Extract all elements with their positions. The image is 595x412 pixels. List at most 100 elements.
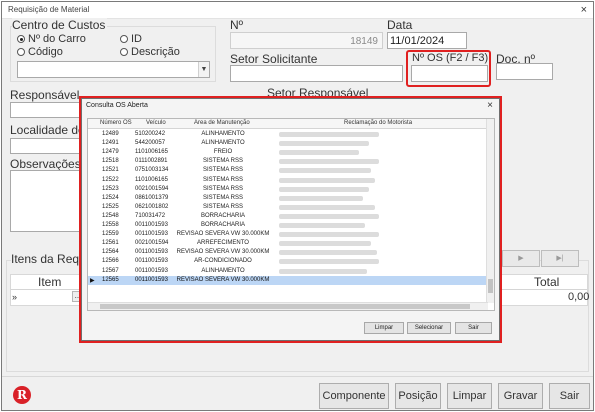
os-veiculo: 0021001594 <box>135 240 169 247</box>
os-reclamacao-redacted <box>279 177 375 183</box>
dialog-sair-button[interactable]: Sair <box>455 322 492 334</box>
os-number: 12521 <box>102 167 119 174</box>
window-title: Requisição de Material <box>8 5 90 14</box>
os-veiculo: 0021001594 <box>135 185 169 192</box>
os-row[interactable]: 12567 0011001593 ALINHAMENTO <box>88 267 488 276</box>
os-veiculo: 0011001593 <box>135 231 168 238</box>
os-area: REVISAO SEVERA VW 30.000KM <box>176 276 270 283</box>
radio-id-dot <box>120 35 128 43</box>
os-number: 12522 <box>102 176 119 183</box>
os-row[interactable]: 12564 0011001593 REVISAO SEVERA VW 30.000K… <box>88 248 488 257</box>
responsavel-field[interactable] <box>10 102 84 118</box>
os-row[interactable]: 12524 0861001379 SISTEMA RSS <box>88 194 488 203</box>
os-number: 12491 <box>102 140 119 147</box>
os-row[interactable]: 12525 0621001802 SISTEMA RSS <box>88 203 488 212</box>
horizontal-scroll-thumb[interactable] <box>100 304 470 309</box>
dialog-close-icon[interactable]: × <box>487 100 493 111</box>
radio-descricao-dot <box>120 48 128 56</box>
componente-button[interactable]: Componente <box>319 383 389 409</box>
os-veiculo: 510200242 <box>135 131 166 137</box>
close-icon[interactable]: × <box>581 4 587 16</box>
os-reclamacao-redacted <box>279 204 375 210</box>
os-row[interactable]: 12479 1101006165 FREIO <box>88 148 488 157</box>
os-area: BORRACHARIA <box>200 212 245 219</box>
os-reclamacao-redacted <box>279 241 371 247</box>
title-bar: Requisição de Material × <box>2 2 593 19</box>
os-area: AR-CONDICIONADO <box>194 258 252 265</box>
skip-end-icon: ▶| <box>556 255 564 262</box>
os-number: 12518 <box>102 158 119 165</box>
vertical-scroll-thumb[interactable] <box>488 279 493 293</box>
centro-custos-combo[interactable]: ▼ <box>17 61 210 78</box>
dialog-limpar-button[interactable]: Limpar <box>364 322 404 334</box>
os-row[interactable]: ▶ 12565 0011001593 REVISAO SEVERA VW 30.000… <box>88 275 488 285</box>
os-row[interactable]: 12566 0011001593 AR-CONDICIONADO <box>88 257 488 266</box>
os-reclamacao-redacted <box>279 141 369 147</box>
horizontal-scrollbar[interactable] <box>88 302 488 310</box>
os-veiculo: 0111002891 <box>135 158 168 165</box>
radio-descricao[interactable]: Descrição <box>120 46 180 58</box>
os-row[interactable]: 12521 0751003134 SISTEMA RSS <box>88 166 488 175</box>
gravar-button[interactable]: Gravar <box>498 383 543 409</box>
data-field[interactable]: 11/01/2024 <box>387 32 467 49</box>
limpar-button[interactable]: Limpar <box>447 383 492 409</box>
localidade-field[interactable] <box>10 138 84 154</box>
os-area: SISTEMA RSS <box>202 158 243 165</box>
os-row[interactable]: 12523 0021001594 SISTEMA RSS <box>88 185 488 194</box>
dialog-title: Consulta OS Aberta <box>86 102 148 109</box>
setor-solicitante-label: Setor Solicitante <box>230 52 318 66</box>
os-row[interactable]: 12561 0021001594 ARREFECIMENTO <box>88 239 488 248</box>
observacoes-label: Observações <box>10 157 81 171</box>
col-numero-os: Número OS <box>100 120 132 126</box>
os-veiculo: 0011001593 <box>135 276 168 283</box>
os-row[interactable]: 12548 710031472 BORRACHARIA <box>88 212 488 221</box>
os-veiculo: 710031472 <box>135 212 166 219</box>
os-row[interactable]: 12558 0011001593 BORRACHARIA <box>88 221 488 230</box>
os-reclamacao-redacted <box>279 186 369 192</box>
os-row[interactable]: 12559 0011001593 REVISAO SEVERA VW 30.000K… <box>88 230 488 239</box>
os-area: ALINHAMENTO <box>201 131 245 137</box>
os-row[interactable]: 12518 0111002891 SISTEMA RSS <box>88 157 488 166</box>
dialog-selecionar-button[interactable]: Selecionar <box>407 322 451 334</box>
setor-solicitante-field[interactable] <box>230 65 403 82</box>
os-reclamacao-redacted <box>279 213 379 219</box>
vertical-scrollbar[interactable] <box>486 119 494 303</box>
os-number: 12565 <box>102 276 119 283</box>
os-row[interactable]: 12489 510200242 ALINHAMENTO <box>88 130 488 139</box>
os-reclamacao-redacted <box>279 132 379 137</box>
os-number: 12561 <box>102 240 119 247</box>
itens-nav-last[interactable]: ▶| <box>541 250 579 267</box>
itens-nav-next[interactable]: ▶ <box>502 250 540 267</box>
os-area: SISTEMA RSS <box>202 176 243 183</box>
os-area: REVISAO SEVERA VW 30.000KM <box>176 249 270 256</box>
os-veiculo: 0621001802 <box>135 203 169 210</box>
play-icon: ▶ <box>518 255 524 262</box>
os-number: 12567 <box>102 267 119 274</box>
os-grid: Número OS Veículo Área de Manutenção Rec… <box>87 118 495 311</box>
radio-nr-carro[interactable]: Nº do Carro <box>17 33 86 45</box>
os-reclamacao-redacted <box>279 259 379 265</box>
itens-col-total: Total <box>534 275 560 289</box>
data-label: Data <box>387 18 413 32</box>
col-reclamacao: Reclamação do Motorista <box>344 120 413 126</box>
doc-field[interactable] <box>496 63 553 80</box>
os-row[interactable]: 12491 544200057 ALINHAMENTO <box>88 139 488 148</box>
os-row[interactable]: 12522 1101006165 SISTEMA RSS <box>88 176 488 185</box>
chevron-down-icon[interactable]: ▼ <box>198 62 209 77</box>
radio-id-label: ID <box>131 33 142 45</box>
os-area: FREIO <box>213 149 233 156</box>
os-number: 12524 <box>102 194 119 201</box>
os-veiculo: 0751003134 <box>135 167 169 174</box>
os-area: SISTEMA RSS <box>202 185 243 192</box>
os-number: 12548 <box>102 212 119 219</box>
observacoes-field[interactable] <box>10 170 84 232</box>
os-veiculo: 0011001593 <box>135 249 168 256</box>
radio-codigo[interactable]: Código <box>17 46 63 58</box>
centro-custos-label: Centro de Custos <box>12 18 108 32</box>
radio-id[interactable]: ID <box>120 33 142 45</box>
posicao-button[interactable]: Posição <box>395 383 441 409</box>
os-veiculo: 1101006165 <box>135 149 168 156</box>
sair-button[interactable]: Sair <box>549 383 590 409</box>
radio-nr-carro-dot <box>17 35 25 43</box>
os-number: 12525 <box>102 203 119 210</box>
